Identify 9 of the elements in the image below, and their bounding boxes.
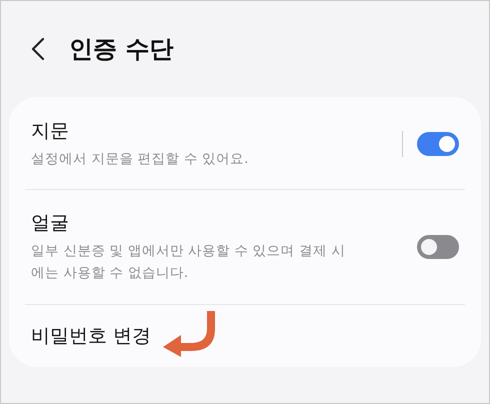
setting-title[interactable]: 비밀번호 변경	[31, 323, 152, 349]
toggle-switch[interactable]	[417, 132, 459, 156]
back-icon[interactable]	[31, 37, 45, 61]
setting-description: 설정에서 지문을 편집할 수 있어요.	[31, 150, 248, 169]
setting-title[interactable]: 얼굴	[31, 210, 69, 236]
toggle-switch[interactable]	[417, 235, 459, 259]
setting-description: 일부 신분증 및 앱에서만 사용할 수 있으며 결제 시에는 사용할 수 없습니다.	[31, 242, 346, 283]
page-title: 인증 수단	[69, 34, 174, 65]
setting-title[interactable]: 지문	[31, 118, 69, 144]
